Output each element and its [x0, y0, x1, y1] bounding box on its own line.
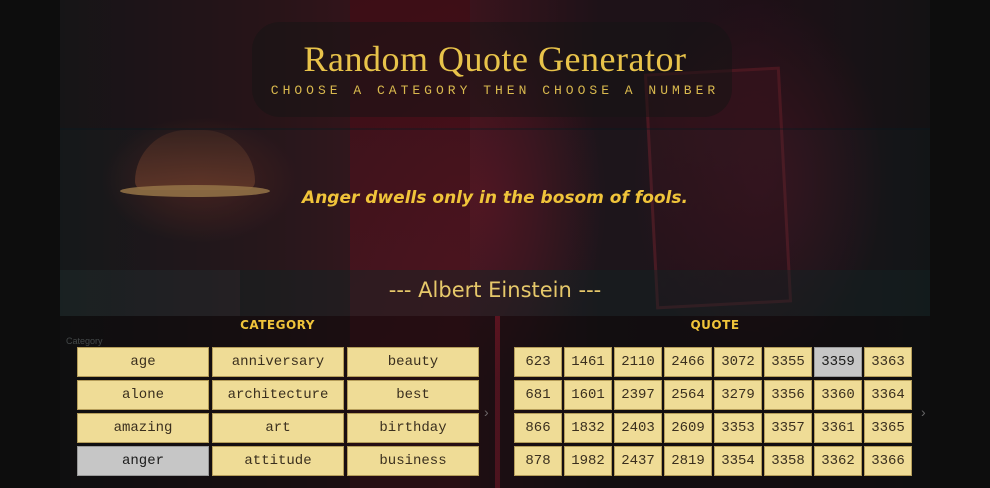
quote-number-button-3361[interactable]: 3361 [814, 413, 862, 443]
quote-number-button-623[interactable]: 623 [514, 347, 562, 377]
quote-number-button-3357[interactable]: 3357 [764, 413, 812, 443]
page-title: Random Quote Generator [303, 39, 687, 79]
quote-number-button-681[interactable]: 681 [514, 380, 562, 410]
quote-number-button-3358[interactable]: 3358 [764, 446, 812, 476]
category-button-age[interactable]: age [77, 347, 209, 377]
category-button-amazing[interactable]: amazing [77, 413, 209, 443]
quote-number-button-2609[interactable]: 2609 [664, 413, 712, 443]
quote-number-button-3353[interactable]: 3353 [714, 413, 762, 443]
category-button-attitude[interactable]: attitude [212, 446, 344, 476]
category-panel-label: CATEGORY [240, 318, 315, 332]
quote-number-button-1601[interactable]: 1601 [564, 380, 612, 410]
category-button-art[interactable]: art [212, 413, 344, 443]
quote-number-button-3355[interactable]: 3355 [764, 347, 812, 377]
quote-number-button-1461[interactable]: 1461 [564, 347, 612, 377]
quote-number-button-866[interactable]: 866 [514, 413, 562, 443]
quote-number-button-3365[interactable]: 3365 [864, 413, 912, 443]
quote-number-button-3366[interactable]: 3366 [864, 446, 912, 476]
quote-number-button-2564[interactable]: 2564 [664, 380, 712, 410]
quote-number-button-2397[interactable]: 2397 [614, 380, 662, 410]
quote-number-button-3364[interactable]: 3364 [864, 380, 912, 410]
category-button-anniversary[interactable]: anniversary [212, 347, 344, 377]
quote-number-button-3072[interactable]: 3072 [714, 347, 762, 377]
quote-number-button-1982[interactable]: 1982 [564, 446, 612, 476]
category-button-alone[interactable]: alone [77, 380, 209, 410]
page-subtitle: CHOOSE A CATEGORY THEN CHOOSE A NUMBER [270, 83, 720, 98]
quote-number-grid: 623 1461 2110 2466 3072 3355 3359 3363 681 1601 23… [514, 347, 912, 476]
quote-number-button-3363[interactable]: 3363 [864, 347, 912, 377]
category-grid: age anniversary beauty alone architecture bes… [77, 347, 479, 476]
quote-text: Anger dwells only in the bosom of fools. [302, 188, 688, 208]
category-button-business[interactable]: business [347, 446, 479, 476]
quote-number-button-3354[interactable]: 3354 [714, 446, 762, 476]
category-ghost-label: Category [66, 336, 103, 346]
quote-number-button-3356[interactable]: 3356 [764, 380, 812, 410]
chevron-right-icon[interactable]: › [921, 404, 926, 420]
quote-number-button-3359[interactable]: 3359 [814, 347, 862, 377]
quote-number-button-1832[interactable]: 1832 [564, 413, 612, 443]
category-button-best[interactable]: best [347, 380, 479, 410]
quote-number-button-3362[interactable]: 3362 [814, 446, 862, 476]
category-button-architecture[interactable]: architecture [212, 380, 344, 410]
quote-number-button-2819[interactable]: 2819 [664, 446, 712, 476]
category-button-beauty[interactable]: beauty [347, 347, 479, 377]
quote-number-button-878[interactable]: 878 [514, 446, 562, 476]
quote-number-button-2437[interactable]: 2437 [614, 446, 662, 476]
quote-author: --- Albert Einstein --- [388, 278, 602, 302]
quote-number-button-2110[interactable]: 2110 [614, 347, 662, 377]
category-button-birthday[interactable]: birthday [347, 413, 479, 443]
quote-number-button-2403[interactable]: 2403 [614, 413, 662, 443]
quote-number-button-3279[interactable]: 3279 [714, 380, 762, 410]
category-button-anger[interactable]: anger [77, 446, 209, 476]
quote-number-button-3360[interactable]: 3360 [814, 380, 862, 410]
quote-number-button-2466[interactable]: 2466 [664, 347, 712, 377]
chevron-right-icon[interactable]: › [484, 404, 489, 420]
quote-panel-label: QUOTE [690, 318, 740, 332]
